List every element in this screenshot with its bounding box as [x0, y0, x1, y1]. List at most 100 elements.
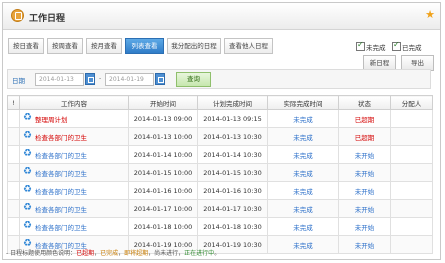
- task-cell[interactable]: 检查各部门的卫生: [19, 163, 129, 182]
- start-time: 2014-01-13 10:00: [128, 127, 198, 146]
- legend-overdue: 已超期: [76, 250, 95, 257]
- plan-time: 2014-01-16 10:30: [197, 181, 268, 200]
- calendar-icon[interactable]: [155, 73, 165, 85]
- table-row[interactable]: 检查各部门的卫生 2014-01-14 10:00 2014-01-14 10:…: [7, 145, 433, 164]
- checkbox-icon: [392, 40, 401, 51]
- task-cell[interactable]: 检查各部门的卫生: [19, 199, 129, 218]
- table-row[interactable]: 检查各部门的卫生 2014-01-13 10:00 2014-01-13 10:…: [7, 127, 433, 146]
- task-link[interactable]: 检查各部门的卫生: [35, 152, 87, 160]
- recurring-icon: [23, 166, 32, 177]
- legend-sep: ，尚未进行，: [148, 250, 185, 257]
- table-row[interactable]: 整理周计划 2014-01-13 09:00 2014-01-13 09:15 …: [7, 109, 433, 128]
- filter-finished-label: 已完成: [402, 44, 422, 52]
- plan-time: 2014-01-14 10:30: [197, 145, 268, 164]
- recurring-icon: [23, 112, 32, 123]
- filter-finished-checkbox[interactable]: 已完成: [392, 40, 422, 52]
- status-cell: 未开始: [338, 181, 391, 200]
- column-header[interactable]: 开始时间: [128, 95, 198, 110]
- start-time: 2014-01-16 10:00: [128, 181, 198, 200]
- column-header[interactable]: 工作内容: [19, 95, 129, 110]
- actual-time: 未完成: [267, 235, 339, 254]
- task-link[interactable]: 检查各部门的卫生: [35, 206, 87, 214]
- actual-time: 未完成: [267, 145, 339, 164]
- flag-cell: [7, 145, 20, 164]
- status-cell: 未开始: [338, 235, 391, 254]
- actual-time: 未完成: [267, 217, 339, 236]
- table-row[interactable]: 检查各部门的卫生 2014-01-15 10:00 2014-01-15 10:…: [7, 163, 433, 182]
- column-header[interactable]: 分配人: [390, 95, 433, 110]
- start-time: 2014-01-18 10:00: [128, 217, 198, 236]
- flag-cell: [7, 181, 20, 200]
- flag-cell: [7, 127, 20, 146]
- column-header[interactable]: 计划完成时间: [197, 95, 268, 110]
- flag-cell: [7, 217, 20, 236]
- status-cell: 未开始: [338, 163, 391, 182]
- task-cell[interactable]: 检查各部门的卫生: [19, 181, 129, 200]
- status-cell: 未开始: [338, 145, 391, 164]
- query-button[interactable]: 查询: [176, 72, 211, 87]
- tab-assigned[interactable]: 我分配出的日程: [167, 38, 221, 54]
- start-time: 2014-01-15 10:00: [128, 163, 198, 182]
- legend-in-progress: 正在进行中: [184, 250, 215, 257]
- plan-time: 2014-01-15 10:30: [197, 163, 268, 182]
- schedule-icon: [11, 9, 24, 22]
- status-cell: 已超期: [338, 127, 391, 146]
- task-cell[interactable]: 整理周计划: [19, 109, 129, 128]
- task-link[interactable]: 检查各部门的卫生: [35, 170, 87, 178]
- assigner-cell: [390, 127, 433, 146]
- legend-done-overdue: 即将超期: [124, 250, 149, 257]
- schedule-table: ! 工作内容 开始时间 计划完成时间 实际完成时间 状态 分配人 整理周计划 2…: [7, 95, 433, 254]
- filter-unfinished-checkbox[interactable]: 未完成: [356, 40, 386, 52]
- plan-time: 2014-01-13 10:30: [197, 127, 268, 146]
- flag-cell: [7, 109, 20, 128]
- recurring-icon: [23, 148, 32, 159]
- task-link[interactable]: 检查各部门的卫生: [35, 134, 87, 142]
- tab-week[interactable]: 按周查看: [47, 38, 83, 54]
- table-header-row: ! 工作内容 开始时间 计划完成时间 实际完成时间 状态 分配人: [7, 95, 433, 110]
- filter-unfinished-label: 未完成: [366, 44, 386, 52]
- start-time: 2014-01-17 10:00: [128, 199, 198, 218]
- star-icon[interactable]: ★: [425, 8, 435, 21]
- task-link[interactable]: 检查各部门的卫生: [35, 224, 87, 232]
- assigner-cell: [390, 163, 433, 182]
- task-cell[interactable]: 检查各部门的卫生: [19, 145, 129, 164]
- task-cell[interactable]: 检查各部门的卫生: [19, 127, 129, 146]
- table-row[interactable]: 检查各部门的卫生 2014-01-18 10:00 2014-01-18 10:…: [7, 217, 433, 236]
- status-cell: 未开始: [338, 199, 391, 218]
- task-cell[interactable]: 检查各部门的卫生: [19, 217, 129, 236]
- assigner-cell: [390, 145, 433, 164]
- plan-time: 2014-01-18 10:30: [197, 217, 268, 236]
- assigner-cell: [390, 109, 433, 128]
- recurring-icon: [23, 130, 32, 141]
- assigner-cell: [390, 235, 433, 254]
- task-link[interactable]: 整理周计划: [35, 116, 68, 124]
- title-bar: 工作日程 ★: [3, 3, 440, 30]
- tab-list[interactable]: 列表查看: [125, 38, 164, 54]
- actual-time: 未完成: [267, 109, 339, 128]
- tab-month[interactable]: 按月查看: [86, 38, 122, 54]
- flag-cell: [7, 163, 20, 182]
- date-separator: -: [99, 75, 102, 82]
- calendar-icon[interactable]: [85, 73, 95, 85]
- tab-others[interactable]: 查看他人日程: [224, 38, 273, 54]
- start-date-input[interactable]: 2014-01-13: [35, 73, 84, 86]
- legend-prefix: - 日程标题使用颜色说明：: [6, 250, 77, 257]
- start-time: 2014-01-13 09:00: [128, 109, 198, 128]
- status-cell: 已超期: [338, 109, 391, 128]
- color-legend: - 日程标题使用颜色说明：已超期，已完成，即将超期，尚未进行，正在进行中。: [6, 248, 220, 257]
- table-row[interactable]: 检查各部门的卫生 2014-01-17 10:00 2014-01-17 10:…: [7, 199, 433, 218]
- task-link[interactable]: 检查各部门的卫生: [35, 188, 87, 196]
- tab-day[interactable]: 按日查看: [8, 38, 44, 54]
- actual-time: 未完成: [267, 199, 339, 218]
- column-header[interactable]: 实际完成时间: [267, 95, 339, 110]
- flag-header: !: [7, 95, 20, 110]
- end-date-input[interactable]: 2014-01-19: [105, 73, 154, 86]
- start-time: 2014-01-14 10:00: [128, 145, 198, 164]
- date-label: 日期: [12, 77, 25, 85]
- table-row[interactable]: 检查各部门的卫生 2014-01-16 10:00 2014-01-16 10:…: [7, 181, 433, 200]
- actual-time: 未完成: [267, 127, 339, 146]
- page-title: 工作日程: [29, 14, 66, 24]
- assigner-cell: [390, 217, 433, 236]
- column-header[interactable]: 状态: [338, 95, 391, 110]
- actual-time: 未完成: [267, 181, 339, 200]
